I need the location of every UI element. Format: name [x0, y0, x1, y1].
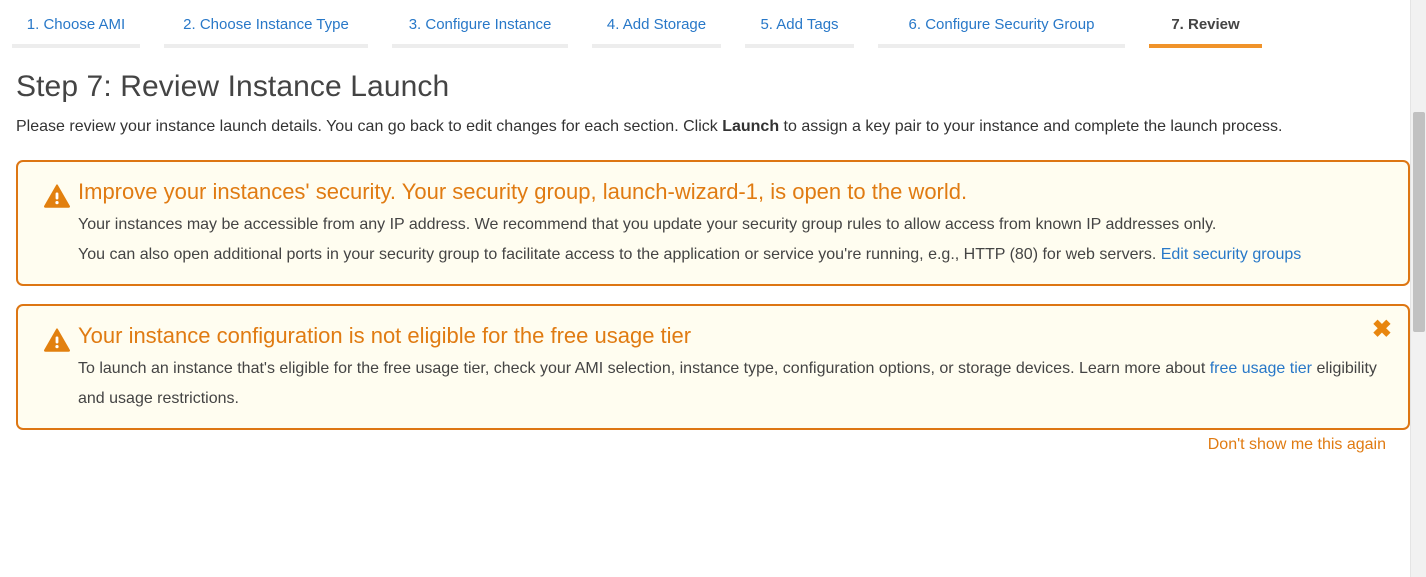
alert-body: Improve your instances' security. Your s…	[78, 178, 1390, 270]
review-instance-launch-page: 1. Choose AMI 2. Choose Instance Type 3.…	[0, 0, 1426, 577]
tab-label: 2. Choose Instance Type	[183, 16, 349, 33]
tab-underline	[12, 44, 140, 48]
page-description: Please review your instance launch detai…	[16, 112, 1406, 142]
tab-choose-ami[interactable]: 1. Choose AMI	[0, 0, 152, 48]
tab-label: 5. Add Tags	[760, 16, 839, 33]
description-emphasis: Launch	[722, 118, 780, 135]
tab-underline-active	[1149, 44, 1262, 48]
alert-security-group-open: Improve your instances' security. Your s…	[16, 160, 1410, 286]
tab-label: 3. Configure Instance	[408, 16, 552, 33]
warning-triangle-icon	[36, 322, 78, 352]
tab-underline	[392, 44, 568, 48]
tab-configure-security-group[interactable]: 6. Configure Security Group	[866, 0, 1137, 48]
tab-review[interactable]: 7. Review	[1137, 0, 1274, 48]
scrollbar-thumb[interactable]	[1413, 112, 1425, 332]
description-text-after: to assign a key pair to your instance an…	[779, 118, 1283, 135]
tab-label: 1. Choose AMI	[26, 16, 126, 33]
tab-underline	[592, 44, 721, 48]
tab-underline	[164, 44, 368, 48]
page-title: Step 7: Review Instance Launch	[16, 70, 450, 103]
tab-configure-instance[interactable]: 3. Configure Instance	[380, 0, 580, 48]
dont-show-again-link[interactable]: Don't show me this again	[1208, 436, 1386, 454]
alert-paragraph-2: To launch an instance that's eligible fo…	[78, 354, 1390, 414]
alert-paragraph-1: Your instances may be accessible from an…	[78, 216, 1217, 233]
description-text-before: Please review your instance launch detai…	[16, 118, 723, 135]
tab-underline	[878, 44, 1125, 48]
alert-title: Improve your instances' security. Your s…	[78, 179, 968, 204]
alert-paragraph-2-text: To launch an instance that's eligible fo…	[78, 360, 1210, 377]
warning-triangle-icon	[36, 178, 78, 208]
tab-add-storage[interactable]: 4. Add Storage	[580, 0, 733, 48]
tab-underline	[745, 44, 854, 48]
alert-free-tier-ineligible: Your instance configuration is not eligi…	[16, 304, 1410, 453]
wizard-step-tabs: 1. Choose AMI 2. Choose Instance Type 3.…	[0, 0, 1410, 48]
tab-label: 4. Add Storage	[606, 16, 707, 33]
vertical-scrollbar[interactable]	[1410, 0, 1426, 577]
tab-label: 7. Review	[1171, 16, 1240, 33]
alert-paragraph-2: You can also open additional ports in yo…	[78, 240, 1390, 270]
alert-body: Your instance configuration is not eligi…	[78, 322, 1390, 414]
alert-title: Your instance configuration is not eligi…	[78, 323, 692, 348]
tab-choose-instance-type[interactable]: 2. Choose Instance Type	[152, 0, 380, 48]
alert-paragraph-2-text: You can also open additional ports in yo…	[78, 246, 1161, 263]
tab-add-tags[interactable]: 5. Add Tags	[733, 0, 866, 48]
close-icon[interactable]: ✖	[1372, 318, 1392, 342]
edit-security-groups-link[interactable]: Edit security groups	[1161, 246, 1302, 263]
free-usage-tier-link[interactable]: free usage tier	[1210, 360, 1312, 377]
tab-label: 6. Configure Security Group	[908, 16, 1095, 33]
